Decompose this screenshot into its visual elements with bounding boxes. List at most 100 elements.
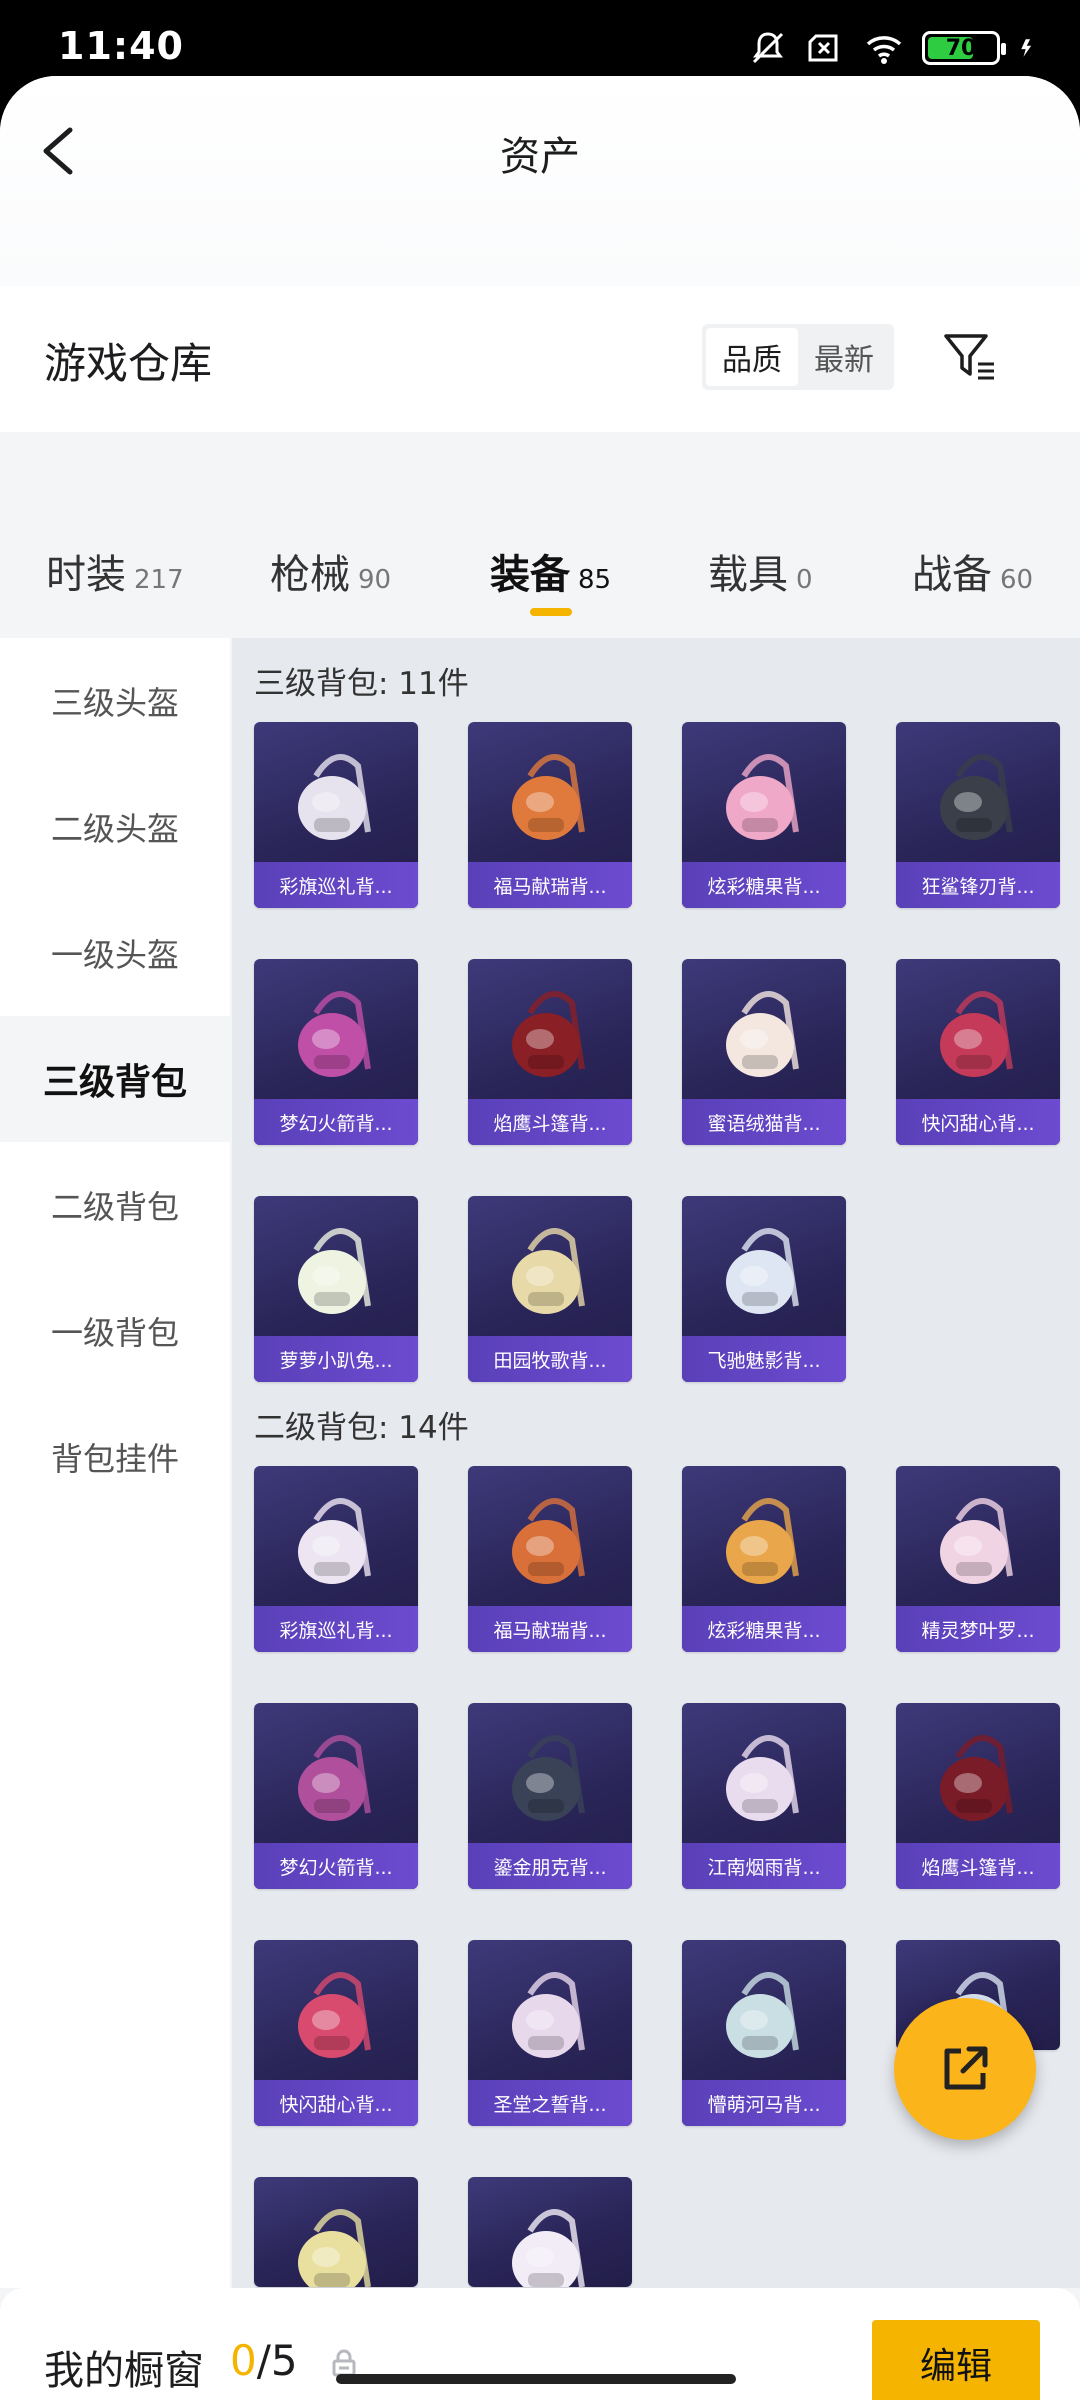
sidebar-item-level1-helmet[interactable]: 一级头盔 [0, 890, 230, 1016]
item-card[interactable] [468, 2177, 632, 2287]
sidebar-item-level2-helmet[interactable]: 二级头盔 [0, 764, 230, 890]
item-name: 彩旗巡礼背... [254, 862, 418, 908]
sort-quality-option[interactable]: 品质 [706, 328, 798, 386]
item-card[interactable]: 鎏金朋克背... [468, 1703, 632, 1889]
sidebar-item-backpack-charms[interactable]: 背包挂件 [0, 1394, 230, 1520]
sim-off-icon [808, 34, 838, 62]
item-card[interactable]: 梦幻火箭背... [254, 959, 418, 1145]
item-card[interactable]: 焰鹰斗篷背... [468, 959, 632, 1145]
backpack-icon [726, 1498, 799, 1584]
tab-label: 枪械 [270, 552, 350, 598]
item-name: 梦幻火箭背... [254, 1843, 418, 1889]
share-icon [944, 2046, 988, 2090]
item-name: 快闪甜心背... [896, 1099, 1060, 1145]
item-card[interactable]: 蜜语绒猫背... [682, 959, 846, 1145]
filter-icon[interactable] [940, 326, 1000, 386]
battery-level: 70 [945, 35, 977, 61]
item-card[interactable]: 精灵梦叶罗... [896, 1466, 1060, 1652]
item-name: 狂鲨锋刃背... [896, 862, 1060, 908]
sidebar-item-level1-backpack[interactable]: 一级背包 [0, 1268, 230, 1394]
showcase-label: 我的橱窗 [44, 2348, 204, 2394]
tab-count: 60 [1000, 565, 1034, 595]
backpack-icon [298, 2209, 371, 2287]
item-card[interactable]: 福马献瑞背... [468, 1466, 632, 1652]
tab-vehicles[interactable]: 载具 0 [708, 542, 813, 600]
page-title: 资产 [500, 134, 580, 180]
item-name: 精灵梦叶罗... [896, 1606, 1060, 1652]
item-card[interactable]: 懵萌河马背... [682, 1940, 846, 2126]
sidebar-item-level3-helmet[interactable]: 三级头盔 [0, 638, 230, 764]
warehouse-row: 游戏仓库 品质 最新 [0, 286, 1080, 432]
backpack-icon [940, 991, 1013, 1077]
item-card[interactable]: 飞驰魅影背... [682, 1196, 846, 1382]
item-card[interactable]: 梦幻火箭背... [254, 1703, 418, 1889]
edit-button[interactable]: 编辑 [872, 2320, 1040, 2400]
tab-equipment[interactable]: 装备 85 [490, 542, 611, 600]
status-time: 11:40 [58, 24, 184, 68]
item-card[interactable]: 炫彩糖果背... [682, 1466, 846, 1652]
item-name: 江南烟雨背... [682, 1843, 846, 1889]
item-name: 焰鹰斗篷背... [468, 1099, 632, 1145]
item-name: 炫彩糖果背... [682, 862, 846, 908]
item-card[interactable]: 福马献瑞背... [468, 722, 632, 908]
backpack-icon [298, 1972, 371, 2058]
backpack-icon [726, 991, 799, 1077]
backpack-icon [726, 1972, 799, 2058]
section-title-level3: 三级背包: 11件 [254, 666, 469, 702]
tab-label: 载具 [708, 552, 788, 598]
backpack-icon [940, 1735, 1013, 1821]
item-name: 快闪甜心背... [254, 2080, 418, 2126]
item-card[interactable]: 快闪甜心背... [896, 959, 1060, 1145]
sidebar-item-level3-backpack[interactable]: 三级背包 [0, 1016, 230, 1142]
tab-supplies[interactable]: 战备 60 [912, 542, 1033, 600]
item-name: 炫彩糖果背... [682, 1606, 846, 1652]
share-button[interactable] [894, 1998, 1036, 2140]
item-card[interactable]: 田园牧歌背... [468, 1196, 632, 1382]
mute-icon [752, 32, 784, 64]
backpack-icon [940, 754, 1013, 840]
sidebar: 三级头盔 二级头盔 一级头盔 三级背包 二级背包 一级背包 背包挂件 [0, 638, 230, 2288]
backpack-icon [726, 754, 799, 840]
item-name: 田园牧歌背... [468, 1336, 632, 1382]
sidebar-item-level2-backpack[interactable]: 二级背包 [0, 1142, 230, 1268]
item-card[interactable]: 焰鹰斗篷背... [896, 1703, 1060, 1889]
item-card[interactable]: 炫彩糖果背... [682, 722, 846, 908]
active-tab-indicator [530, 608, 572, 616]
backpack-icon [512, 991, 585, 1077]
item-name: 鎏金朋克背... [468, 1843, 632, 1889]
item-card[interactable]: 江南烟雨背... [682, 1703, 846, 1889]
backpack-icon [512, 1735, 585, 1821]
item-name: 福马献瑞背... [468, 862, 632, 908]
tab-count: 90 [358, 565, 392, 595]
backpack-icon [512, 2209, 585, 2287]
top-bar: 资产 [0, 76, 1080, 286]
sort-newest-option[interactable]: 最新 [798, 328, 890, 386]
backpack-icon [512, 754, 585, 840]
tab-firearms[interactable]: 枪械 90 [270, 542, 391, 600]
backpack-icon [940, 1498, 1013, 1584]
item-card[interactable]: 彩旗巡礼背... [254, 1466, 418, 1652]
item-card[interactable]: 彩旗巡礼背... [254, 722, 418, 908]
tab-count: 85 [578, 565, 612, 595]
charging-icon [1021, 39, 1032, 57]
backpack-icon [298, 1498, 371, 1584]
backpack-icon [298, 1228, 371, 1314]
section-title-level2: 二级背包: 14件 [254, 1410, 469, 1446]
item-name: 蜜语绒猫背... [682, 1099, 846, 1145]
item-card[interactable]: 萝萝小趴兔... [254, 1196, 418, 1382]
item-name: 焰鹰斗篷背... [896, 1843, 1060, 1889]
item-card[interactable]: 狂鲨锋刃背... [896, 722, 1060, 908]
backpack-icon [726, 1228, 799, 1314]
status-icons: 70 [748, 28, 1040, 68]
wifi-icon [866, 36, 902, 64]
tab-label: 战备 [912, 552, 992, 598]
item-card[interactable] [254, 2177, 418, 2287]
home-indicator[interactable] [336, 2374, 736, 2384]
item-name: 懵萌河马背... [682, 2080, 846, 2126]
item-name: 萝萝小趴兔... [254, 1336, 418, 1382]
item-card[interactable]: 快闪甜心背... [254, 1940, 418, 2126]
tab-label: 装备 [490, 552, 570, 598]
item-name: 圣堂之誓背... [468, 2080, 632, 2126]
tab-fashion[interactable]: 时装 217 [46, 542, 184, 600]
item-card[interactable]: 圣堂之誓背... [468, 1940, 632, 2126]
